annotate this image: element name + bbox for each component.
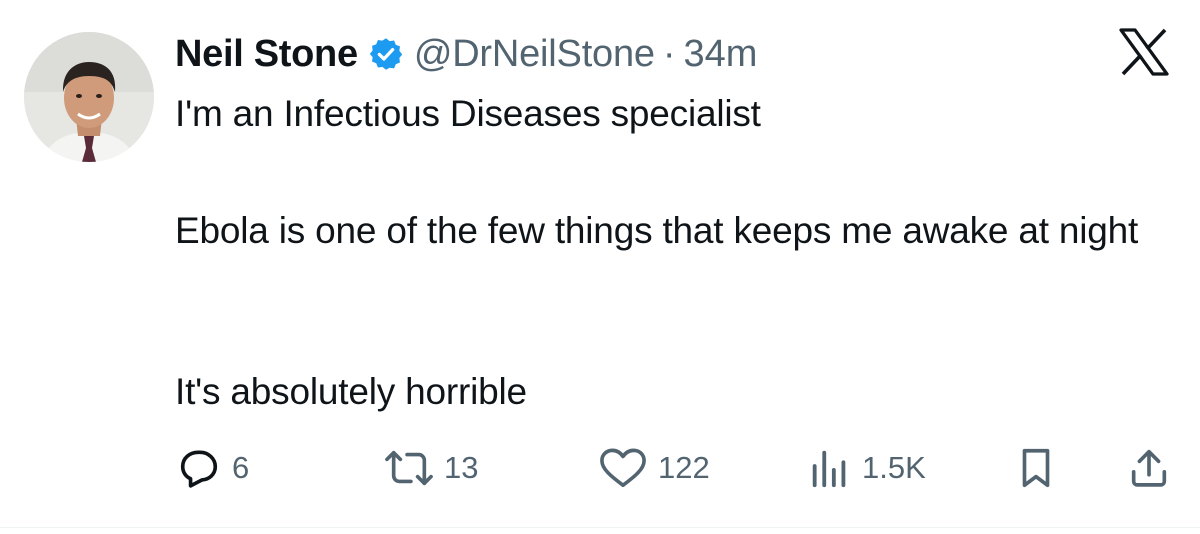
reply-button[interactable]: 6 <box>176 440 249 496</box>
views-count: 1.5K <box>862 450 926 485</box>
reply-icon <box>180 450 218 488</box>
avatar-photo <box>24 32 154 162</box>
tweet-paragraph: I'm an Infectious Diseases specialist <box>175 93 761 134</box>
tweet-card[interactable]: Neil Stone @DrNeilStone · 34m I'm an Inf… <box>0 0 1200 534</box>
repost-count: 13 <box>444 450 479 485</box>
repost-button[interactable]: 13 <box>384 440 478 496</box>
tweet-paragraph: Ebola is one of the few things that keep… <box>175 210 1139 251</box>
repost-icon <box>385 450 433 486</box>
action-bar: 6 13 122 1.5K <box>0 440 1200 496</box>
views-icon <box>812 450 846 488</box>
author-handle[interactable]: @DrNeilStone <box>414 33 655 76</box>
like-button[interactable]: 122 <box>598 440 710 496</box>
author-name[interactable]: Neil Stone <box>175 33 358 76</box>
separator-dot: · <box>662 32 676 75</box>
like-count: 122 <box>658 450 710 485</box>
tweet-header: Neil Stone @DrNeilStone · 34m <box>175 26 757 82</box>
share-icon <box>1131 449 1167 487</box>
bookmark-icon <box>1022 448 1050 488</box>
like-icon <box>600 448 646 488</box>
reply-count: 6 <box>232 450 250 485</box>
share-button[interactable] <box>1126 440 1172 496</box>
divider <box>0 527 1200 528</box>
bookmark-button[interactable] <box>1015 440 1057 496</box>
avatar[interactable] <box>24 32 154 162</box>
x-logo-icon <box>1119 28 1169 76</box>
tweet-paragraph: It's absolutely horrible <box>175 371 527 412</box>
verified-badge-icon <box>369 38 403 70</box>
views-button[interactable]: 1.5K <box>808 440 926 496</box>
timestamp[interactable]: 34m <box>684 33 758 76</box>
